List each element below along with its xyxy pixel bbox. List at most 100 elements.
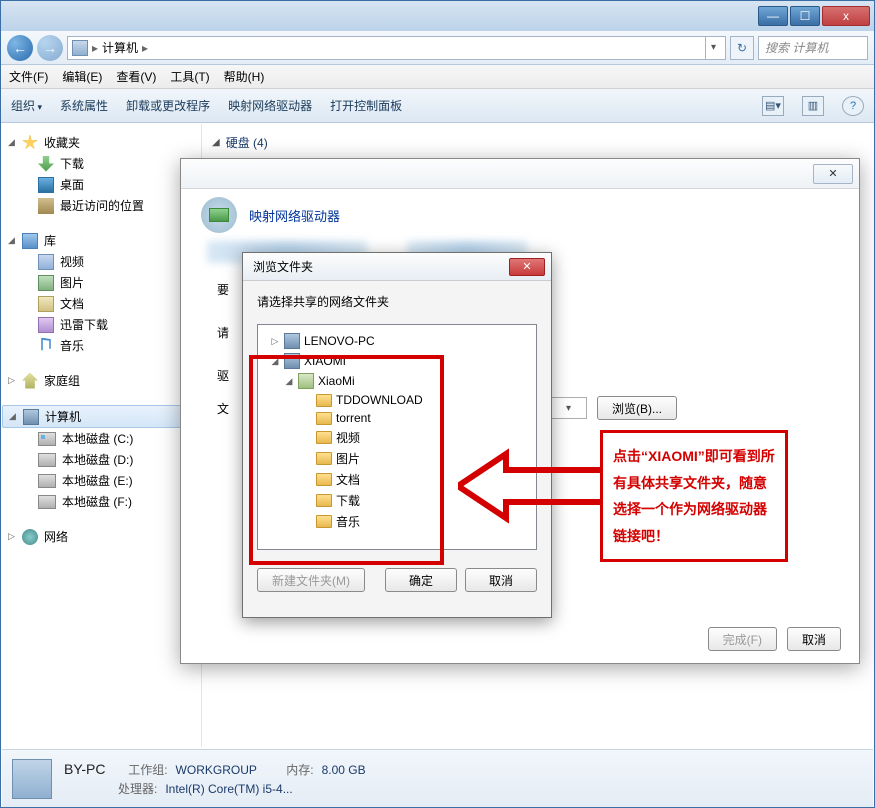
- sidebar-computer[interactable]: ◢计算机: [2, 405, 201, 428]
- view-options-button[interactable]: ▤▾: [762, 96, 784, 116]
- tree-item-label: XiaoMi: [318, 374, 355, 388]
- section-harddisks[interactable]: ◢ 硬盘 (4): [212, 130, 863, 155]
- tree-item[interactable]: 视频: [262, 427, 532, 448]
- chevron-down-icon: ◢: [212, 137, 220, 148]
- organize-button[interactable]: 组织: [11, 97, 42, 114]
- control-panel-button[interactable]: 打开控制面板: [330, 97, 402, 114]
- tree-item-label: 文档: [336, 471, 360, 488]
- folder-tree[interactable]: ▷ LENOVO-PC ◢ XIAOMI ◢ XiaoMi TDDOWNLOAD torren…: [257, 324, 537, 550]
- finish-button[interactable]: 完成(F): [708, 627, 777, 651]
- share-icon: [298, 373, 314, 389]
- twisty-icon[interactable]: ◢: [270, 356, 280, 367]
- breadcrumb-item[interactable]: 计算机: [102, 39, 138, 56]
- chevron-right-icon: ▸: [142, 41, 148, 55]
- comp-icon: [284, 333, 300, 349]
- map-drive-icon: [201, 197, 237, 233]
- tree-item[interactable]: 文档: [262, 469, 532, 490]
- dialog-close-button[interactable]: ✕: [509, 258, 545, 276]
- sidebar-homegroup[interactable]: ▷家庭组: [2, 370, 201, 391]
- close-button[interactable]: x: [822, 6, 870, 26]
- dialog-title: 浏览文件夹: [253, 258, 509, 275]
- sidebar-item-documents[interactable]: 文档: [2, 293, 201, 314]
- sidebar-item-desktop[interactable]: 桌面: [2, 174, 201, 195]
- folder-icon: [316, 412, 332, 425]
- tree-item[interactable]: TDDOWNLOAD: [262, 391, 532, 409]
- tree-item-label: 音乐: [336, 513, 360, 530]
- sidebar-item-drive-c[interactable]: 本地磁盘 (C:): [2, 428, 201, 449]
- cancel-button[interactable]: 取消: [787, 627, 841, 651]
- breadcrumb-dropdown[interactable]: ▾: [705, 37, 721, 59]
- folder-icon: [316, 394, 332, 407]
- twisty-icon[interactable]: ▷: [270, 336, 280, 347]
- tree-item[interactable]: 下载: [262, 490, 532, 511]
- menu-view[interactable]: 查看(V): [116, 68, 156, 85]
- cancel-button[interactable]: 取消: [465, 568, 537, 592]
- video-icon: [38, 254, 54, 270]
- tree-item[interactable]: ▷ LENOVO-PC: [262, 331, 532, 351]
- picture-icon: [38, 275, 54, 291]
- sidebar-item-downloads[interactable]: 下载: [2, 153, 201, 174]
- tree-item[interactable]: ◢ XIAOMI: [262, 351, 532, 371]
- sidebar-item-pictures[interactable]: 图片: [2, 272, 201, 293]
- menu-edit[interactable]: 编辑(E): [62, 68, 102, 85]
- download-icon: [38, 156, 54, 172]
- uninstall-button[interactable]: 卸载或更改程序: [126, 97, 210, 114]
- dialog-close-button[interactable]: ✕: [813, 164, 853, 184]
- browse-button[interactable]: 浏览(B)...: [597, 396, 677, 420]
- menu-file[interactable]: 文件(F): [9, 68, 48, 85]
- tree-item-label: 视频: [336, 429, 360, 446]
- tree-item[interactable]: 音乐: [262, 511, 532, 532]
- search-input[interactable]: 搜索 计算机: [758, 36, 868, 60]
- dialog-message: 请选择共享的网络文件夹: [257, 293, 537, 310]
- sidebar: ◢收藏夹 下载 桌面 最近访问的位置 ◢库 视频 图片 文档 迅雷下载 音乐 ▷…: [2, 124, 202, 747]
- xunlei-icon: [38, 317, 54, 333]
- document-icon: [38, 296, 54, 312]
- menu-bar: 文件(F) 编辑(E) 查看(V) 工具(T) 帮助(H): [1, 65, 874, 89]
- sidebar-libraries[interactable]: ◢库: [2, 230, 201, 251]
- tree-item[interactable]: torrent: [262, 409, 532, 427]
- drive-icon: [38, 432, 56, 446]
- forward-button[interactable]: →: [37, 35, 63, 61]
- sidebar-item-drive-d[interactable]: 本地磁盘 (D:): [2, 449, 201, 470]
- recent-icon: [38, 198, 54, 214]
- new-folder-button[interactable]: 新建文件夹(M): [257, 568, 365, 592]
- system-properties-button[interactable]: 系统属性: [60, 97, 108, 114]
- sidebar-item-drive-e[interactable]: 本地磁盘 (E:): [2, 470, 201, 491]
- tree-item[interactable]: ◢ XiaoMi: [262, 371, 532, 391]
- drive-icon: [38, 474, 56, 488]
- sidebar-item-music[interactable]: 音乐: [2, 335, 201, 356]
- sidebar-favorites[interactable]: ◢收藏夹: [2, 132, 201, 153]
- minimize-button[interactable]: —: [758, 6, 788, 26]
- tree-item[interactable]: 图片: [262, 448, 532, 469]
- sidebar-item-xunlei[interactable]: 迅雷下载: [2, 314, 201, 335]
- tree-item-label: torrent: [336, 411, 371, 425]
- network-icon: [22, 529, 38, 545]
- preview-pane-button[interactable]: ▥: [802, 96, 824, 116]
- toolbar: 组织 系统属性 卸载或更改程序 映射网络驱动器 打开控制面板 ▤▾ ▥ ?: [1, 89, 874, 123]
- breadcrumb[interactable]: ▸ 计算机 ▸ ▾: [67, 36, 726, 60]
- titlebar: — ☐ x: [1, 1, 874, 31]
- computer-icon: [23, 409, 39, 425]
- tree-item-label: LENOVO-PC: [304, 334, 375, 348]
- browse-folder-dialog: 浏览文件夹 ✕ 请选择共享的网络文件夹 ▷ LENOVO-PC ◢ XIAOMI ◢ Xi…: [242, 252, 552, 618]
- tree-item-label: XIAOMI: [304, 354, 346, 368]
- dialog-titlebar[interactable]: 浏览文件夹 ✕: [243, 253, 551, 281]
- chevron-right-icon: ▸: [92, 41, 98, 55]
- star-icon: [22, 135, 38, 151]
- ok-button[interactable]: 确定: [385, 568, 457, 592]
- sidebar-item-drive-f[interactable]: 本地磁盘 (F:): [2, 491, 201, 512]
- twisty-icon[interactable]: ◢: [284, 376, 294, 387]
- maximize-button[interactable]: ☐: [790, 6, 820, 26]
- sidebar-item-recent[interactable]: 最近访问的位置: [2, 195, 201, 216]
- back-button[interactable]: ←: [7, 35, 33, 61]
- refresh-button[interactable]: ↻: [730, 36, 754, 60]
- menu-tools[interactable]: 工具(T): [170, 68, 209, 85]
- drive-icon: [38, 495, 56, 509]
- menu-help[interactable]: 帮助(H): [224, 68, 265, 85]
- sidebar-item-videos[interactable]: 视频: [2, 251, 201, 272]
- tree-item-label: 图片: [336, 450, 360, 467]
- annotation-callout: 点击“XIAOMI”即可看到所有具体共享文件夹，随意选择一个作为网络驱动器链接吧…: [600, 430, 788, 562]
- help-button[interactable]: ?: [842, 96, 864, 116]
- map-drive-button[interactable]: 映射网络驱动器: [228, 97, 312, 114]
- sidebar-network[interactable]: ▷网络: [2, 526, 201, 547]
